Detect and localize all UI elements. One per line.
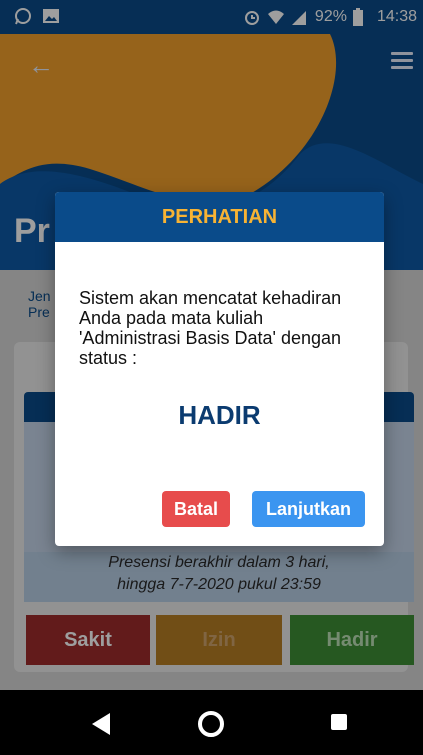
cancel-button[interactable]: Batal — [162, 491, 230, 527]
nav-back-icon[interactable] — [92, 713, 110, 735]
dialog-status: HADIR — [178, 400, 261, 430]
dialog-title: PERHATIAN — [55, 192, 384, 242]
dialog-message: Sistem akan mencatat kehadiran Anda pada… — [79, 288, 342, 368]
continue-button[interactable]: Lanjutkan — [252, 491, 365, 527]
confirmation-dialog: PERHATIAN Sistem akan mencatat kehadiran… — [55, 192, 384, 546]
nav-home-icon[interactable] — [198, 711, 224, 737]
nav-recent-icon[interactable] — [331, 714, 347, 730]
